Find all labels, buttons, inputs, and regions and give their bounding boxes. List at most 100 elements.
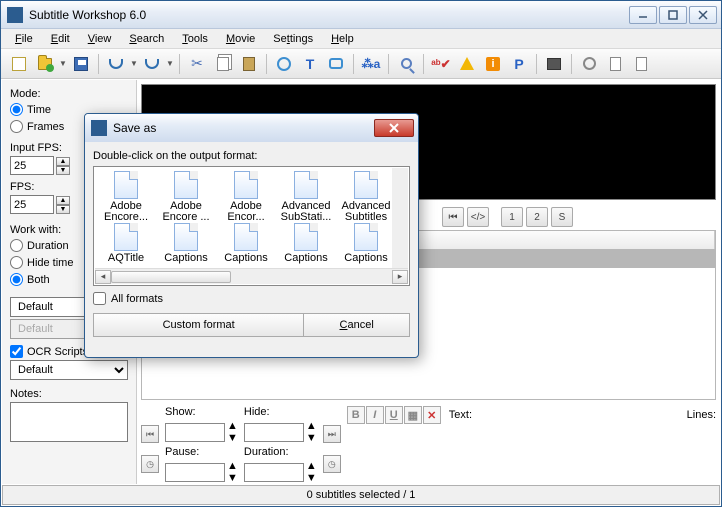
- ocr-select[interactable]: Default: [10, 360, 128, 380]
- new-button[interactable]: [7, 52, 31, 76]
- pascal-button[interactable]: P: [507, 52, 531, 76]
- clock2-button[interactable]: ◷: [323, 455, 341, 473]
- undo-button[interactable]: [104, 52, 128, 76]
- notes-field[interactable]: [10, 402, 128, 442]
- save-button[interactable]: [69, 52, 93, 76]
- menu-settings[interactable]: Settings: [265, 31, 321, 47]
- translate-button[interactable]: ⁂a: [359, 52, 383, 76]
- sheet1-button[interactable]: [603, 52, 627, 76]
- prev-marker-button[interactable]: ⏮: [442, 207, 464, 227]
- mode-label: Mode:: [10, 88, 128, 100]
- clear-button[interactable]: ✕: [423, 406, 441, 424]
- separator: [388, 54, 389, 74]
- underline-button[interactable]: U: [385, 406, 403, 424]
- paste-button[interactable]: [237, 52, 261, 76]
- redo-dropdown[interactable]: ▼: [166, 59, 174, 68]
- menu-edit[interactable]: Edit: [43, 31, 78, 47]
- custom-format-button[interactable]: Custom format: [94, 314, 304, 336]
- input-fps-up[interactable]: ▲: [56, 157, 70, 166]
- sheet2-button[interactable]: [629, 52, 653, 76]
- timing-button[interactable]: [272, 52, 296, 76]
- movie-button[interactable]: [542, 52, 566, 76]
- open-button[interactable]: [33, 52, 57, 76]
- search-button[interactable]: [394, 52, 418, 76]
- work-both-label: Both: [27, 274, 50, 286]
- preset-1-button[interactable]: 1: [501, 207, 523, 227]
- preset-2-button[interactable]: 2: [526, 207, 548, 227]
- show-label: Show:: [165, 406, 238, 418]
- menu-search[interactable]: Search: [121, 31, 172, 47]
- cancel-button[interactable]: Cancel: [304, 314, 409, 336]
- input-fps-field[interactable]: [10, 156, 54, 175]
- show-up[interactable]: ▲: [227, 420, 238, 432]
- all-formats-check[interactable]: All formats: [93, 292, 410, 305]
- pause-up[interactable]: ▲: [227, 460, 238, 472]
- format-name: Adobe Encor...: [216, 201, 276, 223]
- format-item[interactable]: Advanced SubStati...: [276, 171, 336, 223]
- first-button[interactable]: ⏮: [141, 425, 159, 443]
- menu-tools[interactable]: Tools: [174, 31, 216, 47]
- format-item[interactable]: Captions: [336, 223, 396, 264]
- scroll-thumb[interactable]: [111, 271, 231, 283]
- menu-file[interactable]: File: [7, 31, 41, 47]
- copy-button[interactable]: [211, 52, 235, 76]
- menubar: File Edit View Search Tools Movie Settin…: [1, 29, 721, 49]
- format-item[interactable]: AQTitle: [96, 223, 156, 264]
- code-button[interactable]: </>: [467, 207, 489, 227]
- format-item[interactable]: Captions: [276, 223, 336, 264]
- preset-s-button[interactable]: S: [551, 207, 573, 227]
- bottom-bar: ⏮ ◷ Show: ▲▼ Pause: ▲▼ Hide: ▲▼ Duration…: [141, 404, 716, 480]
- pause-down[interactable]: ▼: [227, 472, 238, 484]
- spellcheck-button[interactable]: ᵃᵇ✔: [429, 52, 453, 76]
- hide-down[interactable]: ▼: [306, 432, 317, 444]
- vertical-scrollbar[interactable]: [392, 168, 408, 268]
- grid-button[interactable]: ▦: [404, 406, 422, 424]
- close-button[interactable]: [689, 6, 717, 24]
- dialog-close-button[interactable]: [374, 119, 414, 137]
- format-item[interactable]: Adobe Encore...: [96, 171, 156, 223]
- settings-button[interactable]: [577, 52, 601, 76]
- info-button[interactable]: i: [481, 52, 505, 76]
- format-item[interactable]: Adobe Encor...: [216, 171, 276, 223]
- maximize-button[interactable]: [659, 6, 687, 24]
- show-field[interactable]: [165, 423, 225, 442]
- format-item[interactable]: Captions: [216, 223, 276, 264]
- redo-button[interactable]: [140, 52, 164, 76]
- format-item[interactable]: Adobe Encore ...: [156, 171, 216, 223]
- comment-button[interactable]: [324, 52, 348, 76]
- format-listbox[interactable]: Adobe Encore...Adobe Encore ...Adobe Enc…: [93, 166, 410, 286]
- file-icon: [294, 223, 318, 251]
- scroll-left-button[interactable]: ◂: [95, 270, 111, 284]
- duration-down[interactable]: ▼: [306, 472, 317, 484]
- menu-movie[interactable]: Movie: [218, 31, 263, 47]
- chat-icon: [329, 58, 343, 69]
- hide-up[interactable]: ▲: [306, 420, 317, 432]
- menu-help[interactable]: Help: [323, 31, 362, 47]
- hide-field[interactable]: [244, 423, 304, 442]
- bold-button[interactable]: B: [347, 406, 365, 424]
- menu-view[interactable]: View: [80, 31, 120, 47]
- clock-button[interactable]: ◷: [141, 455, 159, 473]
- errors-button[interactable]: [455, 52, 479, 76]
- format-name: Advanced Subtitles: [336, 201, 396, 223]
- duration-field[interactable]: [244, 463, 304, 482]
- format-item[interactable]: Captions: [156, 223, 216, 264]
- input-fps-down[interactable]: ▼: [56, 166, 70, 175]
- format-item[interactable]: Advanced Subtitles: [336, 171, 396, 223]
- scroll-right-button[interactable]: ▸: [392, 270, 408, 284]
- fps-up[interactable]: ▲: [56, 196, 70, 205]
- text-button[interactable]: T: [298, 52, 322, 76]
- fps-down[interactable]: ▼: [56, 205, 70, 214]
- fps-field[interactable]: [10, 195, 54, 214]
- undo-dropdown[interactable]: ▼: [130, 59, 138, 68]
- duration-up[interactable]: ▲: [306, 460, 317, 472]
- show-down[interactable]: ▼: [227, 432, 238, 444]
- cut-button[interactable]: ✂: [185, 52, 209, 76]
- horizontal-scrollbar[interactable]: ◂ ▸: [95, 268, 408, 284]
- pause-field[interactable]: [165, 463, 225, 482]
- minimize-button[interactable]: [629, 6, 657, 24]
- italic-button[interactable]: I: [366, 406, 384, 424]
- open-dropdown[interactable]: ▼: [59, 59, 67, 68]
- window-title: Subtitle Workshop 6.0: [29, 8, 629, 22]
- last-button[interactable]: ⏭: [323, 425, 341, 443]
